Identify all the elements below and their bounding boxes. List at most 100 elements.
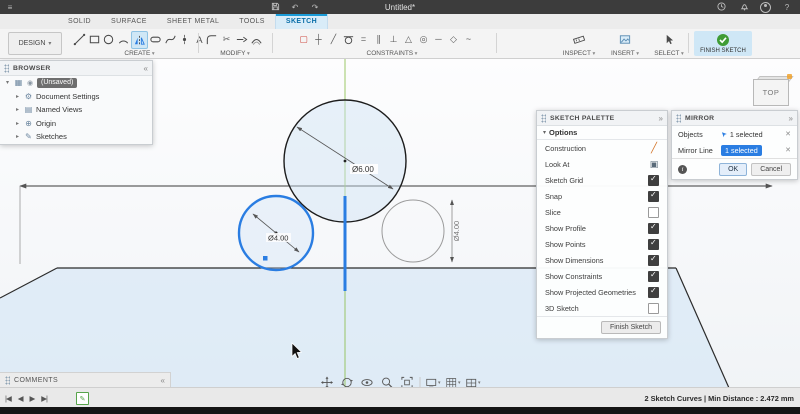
tangent-constraint-icon[interactable] [341,31,356,47]
viewcube-face-top[interactable]: TOP [753,79,789,106]
drag-grip-icon[interactable] [676,114,681,123]
checkbox-show-constraints[interactable] [648,271,659,282]
chevron-down-icon[interactable]: ▾ [4,79,11,86]
spline-tool-icon[interactable] [163,31,178,47]
constraints-menu[interactable]: CONSTRAINTS [296,50,488,57]
chevron-right-icon[interactable]: ▸ [14,120,21,127]
measure-tool-icon[interactable] [572,31,587,47]
comments-bar[interactable]: COMMENTS « [0,372,171,387]
fillet-tool-icon[interactable] [204,31,219,47]
checkbox-slice[interactable] [648,207,659,218]
palette-row-snap[interactable]: Snap [537,188,667,204]
coincident-constraint-icon[interactable]: ╱ [326,31,341,47]
checkbox-show-projected-geometries[interactable] [648,287,659,298]
horizontal-vertical-constraint-icon[interactable]: ┼ [311,31,326,47]
equal-constraint-icon[interactable]: = [356,31,371,47]
create-menu[interactable]: CREATE [72,50,207,57]
checkbox-show-profile[interactable] [648,223,659,234]
notifications-icon[interactable] [737,2,751,13]
inspect-menu[interactable]: INSPECT [556,50,602,57]
user-avatar[interactable] [760,2,771,13]
browser-item-document-settings[interactable]: ▸⚙Document Settings [0,90,152,104]
palette-row-show-constraints[interactable]: Show Constraints [537,268,667,284]
browser-item-sketches[interactable]: ▸✎Sketches [0,130,152,144]
timeline-sketch-feature[interactable]: ✎ [76,392,89,405]
tab-tools[interactable]: TOOLS [229,14,275,29]
fix-constraint-icon[interactable]: ▢ [296,31,311,47]
checkbox-sketch-grid[interactable] [648,175,659,186]
viewcube-corner-highlight[interactable] [787,74,792,79]
trim-tool-icon[interactable]: ✂ [219,31,234,47]
cancel-button[interactable]: Cancel [751,163,791,176]
palette-row-look-at[interactable]: Look At▣ [537,156,667,172]
line-tool-icon[interactable] [72,31,87,47]
look-at-icon[interactable]: ▣ [649,159,659,169]
palette-row-show-projected-geometries[interactable]: Show Projected Geometries [537,284,667,300]
insert-menu[interactable]: INSERT [604,50,646,57]
ok-button[interactable]: OK [719,163,747,176]
chevron-right-icon[interactable]: ▸ [14,93,21,100]
rectangle-tool-icon[interactable] [87,31,102,47]
tab-surface[interactable]: SURFACE [101,14,157,29]
info-icon[interactable]: i [678,165,687,174]
select-cursor-icon[interactable] [662,31,677,47]
sketch-palette-header[interactable]: SKETCH PALETTE » [537,111,667,126]
drag-grip-icon[interactable] [4,64,9,73]
root-document-label[interactable]: (Unsaved) [37,78,77,88]
browser-item-named-views[interactable]: ▸▤Named Views [0,103,152,117]
chevron-right-icon[interactable]: ▸ [14,106,21,113]
concentric-constraint-icon[interactable]: ◎ [416,31,431,47]
construction-icon[interactable]: ╱ [649,143,659,153]
collapse-palette-icon[interactable]: » [659,114,663,123]
circle-tool-icon[interactable] [102,31,117,47]
collapse-dialog-icon[interactable]: » [789,114,793,123]
tab-sketch[interactable]: SKETCH [275,14,328,29]
step-back-icon[interactable]: ◀ [18,394,23,403]
job-status-icon[interactable] [714,2,728,13]
tab-sheet-metal[interactable]: SHEET METAL [157,14,229,29]
palette-row-show-profile[interactable]: Show Profile [537,220,667,236]
checkbox-snap[interactable] [648,191,659,202]
drag-grip-icon[interactable] [5,376,10,385]
browser-header[interactable]: BROWSER « [0,61,152,76]
viewcube[interactable]: TOP [753,76,790,105]
select-menu[interactable]: SELECT [648,50,690,57]
finish-sketch-button[interactable]: FINISH SKETCH [694,31,752,56]
play-icon[interactable]: ▶ [30,394,35,403]
arc-tool-icon[interactable] [116,31,131,47]
finish-sketch-palette-button[interactable]: Finish Sketch [601,321,661,334]
options-section-header[interactable]: Options [537,126,667,140]
design-dropdown[interactable]: DESIGN [8,32,62,55]
mirror-line-row[interactable]: Mirror Line 1 selected ✕ [672,142,797,158]
palette-row-3d-sketch[interactable]: 3D Sketch [537,300,667,316]
slot-tool-icon[interactable] [148,31,163,47]
help-icon[interactable]: ? [780,3,794,12]
mirror-dialog-header[interactable]: MIRROR » [672,111,797,126]
browser-root-row[interactable]: ▾ ▦ ◉ (Unsaved) [0,76,152,90]
visibility-eye-icon[interactable]: ◉ [26,79,34,87]
point-tool-icon[interactable] [177,31,192,47]
go-to-start-icon[interactable]: |◀ [5,394,11,403]
palette-row-show-dimensions[interactable]: Show Dimensions [537,252,667,268]
midpoint-constraint-icon[interactable]: △ [401,31,416,47]
modify-menu[interactable]: MODIFY [204,50,266,57]
mirror-line-selection-count[interactable]: 1 selected [721,145,762,156]
browser-item-origin[interactable]: ▸⊕Origin [0,117,152,131]
chevron-right-icon[interactable]: ▸ [14,133,21,140]
symmetry-constraint-icon[interactable]: ◇ [446,31,461,47]
go-to-end-icon[interactable]: ▶| [41,394,47,403]
checkbox-show-dimensions[interactable] [648,255,659,266]
offset-tool-icon[interactable] [249,31,264,47]
extend-tool-icon[interactable] [234,31,249,47]
expand-comments-icon[interactable]: « [161,376,165,385]
palette-row-slice[interactable]: Slice [537,204,667,220]
insert-canvas-icon[interactable] [618,31,633,47]
mirror-tool-icon[interactable] [131,31,148,49]
checkbox-show-points[interactable] [648,239,659,250]
parallel-constraint-icon[interactable]: ∥ [371,31,386,47]
checkbox-3d-sketch[interactable] [648,303,659,314]
mirror-objects-row[interactable]: Objects ➤ 1 selected ✕ [672,126,797,142]
tab-solid[interactable]: SOLID [58,14,101,29]
clear-mirror-line-selection-icon[interactable]: ✕ [785,146,791,154]
clear-objects-selection-icon[interactable]: ✕ [785,130,791,138]
